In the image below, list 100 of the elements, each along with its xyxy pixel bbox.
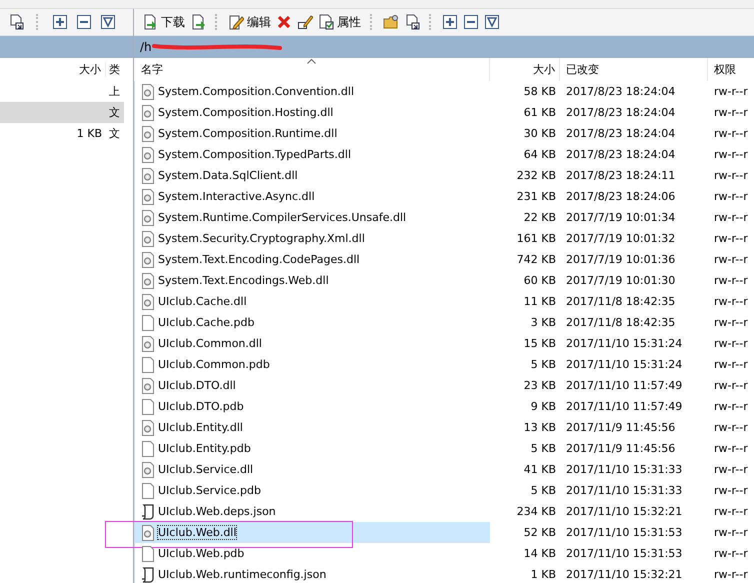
file-name: System.Text.Encodings.Web.dll: [158, 274, 329, 287]
delete-icon[interactable]: [276, 14, 292, 30]
file-row[interactable]: UIclub.Service.pdb: [135, 480, 490, 501]
table-cell: 15 KB: [524, 337, 556, 350]
table-cell: 234 KB: [516, 505, 556, 518]
table-cell: rw-r--r: [714, 568, 748, 581]
document-arrow-icon[interactable]: [404, 14, 420, 30]
table-cell: 2017/8/23 18:24:04: [566, 148, 676, 161]
table-cell: rw-r--r: [714, 85, 748, 98]
column-header[interactable]: 名字: [134, 58, 490, 81]
gear-document-icon: [141, 336, 155, 352]
table-cell: rw-r--r: [714, 337, 748, 350]
file-name: System.Composition.Convention.dll: [158, 85, 354, 98]
gear-document-icon: [141, 524, 155, 540]
path-text: /h: [140, 40, 152, 54]
table-cell: rw-r--r: [714, 526, 748, 539]
table-cell: rw-r--r: [714, 442, 748, 455]
selected-row[interactable]: 文: [0, 102, 124, 123]
table-cell: 2017/8/23 18:24:06: [566, 190, 676, 203]
table-cell: 2017/8/23 18:24:04: [566, 106, 676, 119]
file-row[interactable]: UIclub.Web.runtimeconfig.json: [135, 564, 490, 583]
column-header[interactable]: 大小: [490, 58, 560, 81]
file-name: UIclub.Web.deps.json: [158, 505, 276, 518]
file-row[interactable]: UIclub.Cache.dll: [135, 291, 490, 312]
gear-document-icon: [141, 126, 155, 142]
table-cell: rw-r--r: [714, 379, 748, 392]
table-cell: 22 KB: [524, 211, 556, 224]
file-row[interactable]: UIclub.Entity.pdb: [135, 438, 490, 459]
download-icon[interactable]: [190, 14, 206, 30]
document-arrow-icon[interactable]: [8, 14, 24, 30]
new-folder-icon[interactable]: [383, 14, 399, 30]
table-cell: 2017/11/10 15:31:53: [566, 526, 682, 539]
filter-icon[interactable]: [484, 14, 500, 30]
table-cell: rw-r--r: [714, 148, 748, 161]
rename-icon[interactable]: [297, 14, 313, 30]
collapse-icon[interactable]: [76, 14, 92, 30]
file-row[interactable]: UIclub.DTO.pdb: [135, 396, 490, 417]
file-row[interactable]: System.Security.Cryptography.Xml.dll: [135, 228, 490, 249]
table-cell: 2017/7/19 10:01:34: [566, 211, 676, 224]
table-cell: rw-r--r: [714, 421, 748, 434]
file-name: System.Composition.Runtime.dll: [158, 127, 338, 140]
file-row[interactable]: System.Text.Encoding.CodePages.dll: [135, 249, 490, 270]
table-cell: rw-r--r: [714, 463, 748, 476]
column-header[interactable]: 类: [106, 62, 120, 77]
file-name: UIclub.Service.pdb: [158, 484, 261, 497]
file-row[interactable]: System.Composition.TypedParts.dll: [135, 144, 490, 165]
file-row[interactable]: System.Text.Encodings.Web.dll: [135, 270, 490, 291]
file-row[interactable]: System.Interactive.Async.dll: [135, 186, 490, 207]
table-cell: rw-r--r: [714, 295, 748, 308]
table-cell: rw-r--r: [714, 505, 748, 518]
file-name: UIclub.Service.dll: [158, 463, 254, 476]
gear-document-icon: [141, 146, 155, 162]
collapse-icon[interactable]: [463, 14, 479, 30]
file-row[interactable]: System.Runtime.CompilerServices.Unsafe.dll: [135, 207, 490, 228]
properties-button[interactable]: 属性: [318, 11, 361, 33]
file-row[interactable]: UIclub.Common.dll: [135, 333, 490, 354]
expand-icon[interactable]: [52, 14, 68, 30]
file-row[interactable]: UIclub.Web.deps.json: [135, 501, 490, 522]
expand-icon[interactable]: [442, 14, 458, 30]
file-name: UIclub.Entity.dll: [158, 421, 243, 434]
file-row[interactable]: UIclub.Web.pdb: [135, 543, 490, 564]
table-cell: 161 KB: [516, 232, 556, 245]
file-row[interactable]: UIclub.DTO.dll: [135, 375, 490, 396]
file-row[interactable]: UIclub.Entity.dll: [135, 417, 490, 438]
document-icon: [141, 314, 155, 330]
table-cell: 9 KB: [530, 400, 556, 413]
sort-caret-icon: [307, 59, 316, 64]
column-header[interactable]: 权限: [708, 58, 754, 81]
file-name: UIclub.DTO.dll: [158, 379, 236, 392]
document-icon: [141, 398, 155, 414]
file-name: UIclub.Cache.dll: [158, 295, 247, 308]
file-row[interactable]: UIclub.Cache.pdb: [135, 312, 490, 333]
table-cell: 14 KB: [524, 547, 556, 560]
file-row[interactable]: System.Composition.Convention.dll: [135, 81, 490, 102]
file-row[interactable]: UIclub.Common.pdb: [135, 354, 490, 375]
script-icon: [141, 504, 155, 520]
table-cell: 11 KB: [524, 295, 556, 308]
table-cell: rw-r--r: [714, 211, 748, 224]
file-row[interactable]: System.Data.SqlClient.dll: [135, 165, 490, 186]
file-name: UIclub.Web.runtimeconfig.json: [158, 568, 326, 581]
table-cell: rw-r--r: [714, 253, 748, 266]
selected-row[interactable]: UIclub.Web.dll: [135, 522, 490, 543]
table-cell: 742 KB: [516, 253, 556, 266]
file-name: System.Interactive.Async.dll: [158, 190, 315, 203]
file-row[interactable]: UIclub.Service.dll: [135, 459, 490, 480]
file-row[interactable]: System.Composition.Hosting.dll: [135, 102, 490, 123]
column-header[interactable]: 已改变: [560, 58, 708, 81]
download-button[interactable]: 下载: [142, 11, 185, 33]
table-cell: rw-r--r: [714, 547, 748, 560]
file-name: System.Composition.TypedParts.dll: [158, 148, 351, 161]
file-row[interactable]: System.Composition.Runtime.dll: [135, 123, 490, 144]
table-cell: 232 KB: [516, 169, 556, 182]
table-cell: 231 KB: [516, 190, 556, 203]
table-cell: 60 KB: [524, 274, 556, 287]
table-cell: rw-r--r: [714, 169, 748, 182]
table-cell: 61 KB: [524, 106, 556, 119]
column-header[interactable]: 大小: [0, 62, 106, 77]
filter-icon[interactable]: [100, 14, 116, 30]
table-cell: rw-r--r: [714, 316, 748, 329]
edit-button[interactable]: 编辑: [228, 11, 271, 33]
